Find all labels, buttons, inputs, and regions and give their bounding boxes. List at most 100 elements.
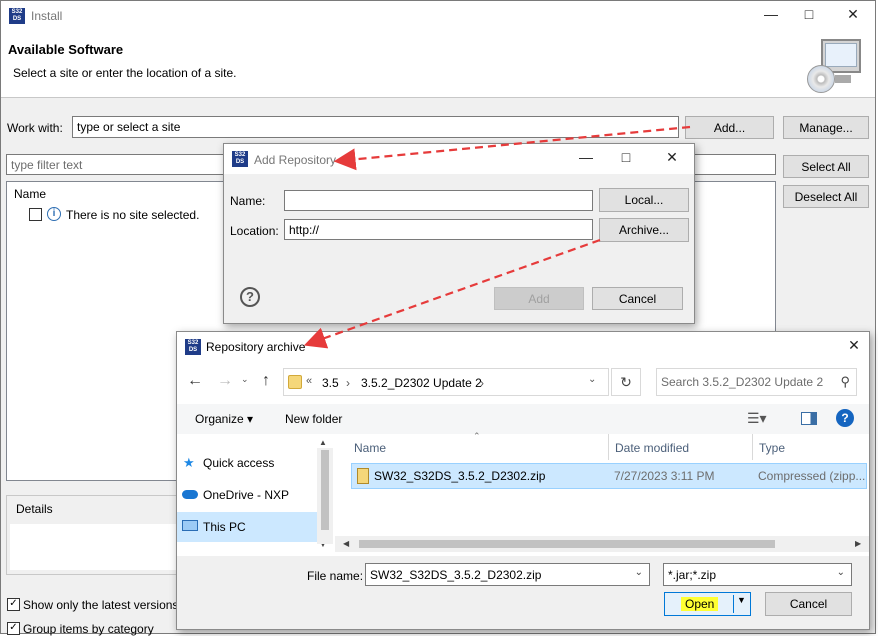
file-date: 7/27/2023 3:11 PM [614,469,715,483]
close-icon[interactable]: ✕ [844,337,864,354]
close-icon[interactable]: ✕ [662,149,682,166]
organize-label: Organize [195,412,244,426]
breadcrumb-overflow-icon[interactable]: « [306,375,312,387]
nav-item-label: OneDrive - NXP [203,488,290,502]
show-latest-label: Show only the latest versions [23,598,179,612]
help-icon[interactable]: ? [240,287,260,307]
add-repository-dialog: S32 DS Add Repository — □ ✕ Name: Local..… [223,143,695,324]
name-field[interactable] [284,190,593,211]
file-type-filter-value: *.jar;*.zip [668,567,717,582]
nav-item-label: Quick access [203,456,275,470]
repository-archive-dialog: S32 DS Repository archive ✕ ← → ⌄ ↑ « 3.5… [176,331,870,630]
navigation-pane[interactable]: ▲ ★ Quick access OneDrive - NXP This PC … [177,434,333,552]
maximize-icon[interactable]: □ [616,149,636,165]
collapse-up-icon[interactable]: ▲ [319,438,327,447]
search-icon: ⚲ [840,374,850,389]
add-repository-title-bar: S32 DS Add Repository — □ ✕ [224,144,694,174]
nav-item-onedrive[interactable]: OneDrive - NXP [177,480,317,510]
column-divider[interactable] [752,434,753,460]
s32ds-logo-icon: S32 DS [232,151,248,167]
address-dropdown-icon[interactable]: ⌄ [588,374,596,385]
column-divider[interactable] [608,434,609,460]
install-title-bar: S32 DS Install — □ ✕ [1,1,875,31]
preview-pane-icon[interactable] [801,412,817,425]
file-name: SW32_S32DS_3.5.2_D2302.zip [374,469,546,483]
column-header-type[interactable]: Type [759,441,785,455]
cancel-button[interactable]: Cancel [592,287,683,310]
view-options-icon[interactable]: ☰▾ [747,410,767,427]
deselect-all-button[interactable]: Deselect All [783,185,869,208]
archive-button[interactable]: Archive... [599,218,689,242]
scrollbar-thumb[interactable] [359,540,775,548]
refresh-button[interactable]: ↻ [611,368,641,396]
folder-icon [288,375,302,389]
file-type-filter[interactable]: *.jar;*.zip ⌄ [663,563,852,586]
search-input[interactable]: Search 3.5.2_D2302 Update 2 ⚲ [656,368,857,396]
up-arrow-icon[interactable]: ↑ [262,372,270,390]
file-name-input[interactable]: SW32_S32DS_3.5.2_D2302.zip ⌄ [365,563,650,586]
nav-pane-scrollbar[interactable] [317,448,333,544]
minimize-icon[interactable]: — [576,149,596,165]
breadcrumb-item[interactable]: 3.5 [322,376,339,390]
cloud-icon [182,490,198,499]
back-arrow-icon[interactable]: ← [187,372,203,390]
file-list[interactable]: ⌃ Name Date modified Type SW32_S32DS_3.5… [335,431,869,554]
manage-button[interactable]: Manage... [783,116,869,139]
address-bar[interactable]: « 3.5 › 3.5.2_D2302 Update 2 › ⌄ [283,368,609,396]
group-items-checkbox[interactable]: ✓ [7,622,20,635]
s32ds-logo-icon: S32 DS [185,339,201,355]
select-all-button[interactable]: Select All [783,155,869,178]
nav-item-this-pc[interactable]: This PC [177,512,317,542]
details-group: Details [6,495,186,575]
add-site-button[interactable]: Add... [685,116,774,139]
zip-file-icon [357,468,369,484]
horizontal-scrollbar[interactable]: ◀ ▶ [335,536,869,552]
close-icon[interactable]: ✕ [843,6,863,23]
toolbar: Organize ▾ New folder ☰▾ ? [177,404,869,434]
page-title: Available Software [8,42,124,57]
new-folder-button[interactable]: New folder [285,412,342,426]
cancel-button[interactable]: Cancel [765,592,852,616]
open-split-divider [733,595,734,613]
organize-menu[interactable]: Organize ▾ [195,412,253,426]
column-header-date[interactable]: Date modified [615,441,689,455]
add-repository-title: Add Repository [254,153,337,167]
scroll-right-icon[interactable]: ▶ [855,539,861,548]
search-placeholder: Search 3.5.2_D2302 Update 2 [661,375,824,389]
sort-indicator-icon: ⌃ [473,431,481,441]
minimize-icon[interactable]: — [761,6,781,22]
no-site-checkbox[interactable] [29,208,42,221]
computer-icon [182,520,198,531]
add-button[interactable]: Add [494,287,584,310]
nav-item-quick-access[interactable]: ★ Quick access [177,448,317,478]
file-type: Compressed (zipp... [758,469,866,483]
open-dropdown-icon[interactable]: ▼ [737,595,746,605]
filter-dropdown-icon[interactable]: ⌄ [837,567,845,578]
no-site-text: There is no site selected. [66,208,200,222]
forward-arrow-icon[interactable]: → [217,372,233,390]
maximize-icon[interactable]: □ [799,6,819,22]
work-with-label: Work with: [7,121,63,135]
local-button[interactable]: Local... [599,188,689,212]
scroll-left-icon[interactable]: ◀ [343,539,349,548]
details-area [10,524,182,570]
breadcrumb-item[interactable]: 3.5.2_D2302 Update 2 [361,376,482,390]
work-with-value: type or select a site [77,120,181,134]
column-header-name[interactable]: Name [354,441,386,455]
install-header: Available Software Select a site or ente… [1,31,875,98]
s32ds-logo-icon: S32 DS [9,8,25,24]
file-name-label: File name: [307,569,364,583]
work-with-combo[interactable]: type or select a site [72,116,679,138]
show-latest-checkbox[interactable]: ✓ [7,598,20,611]
details-label: Details [16,502,53,516]
file-name-dropdown-icon[interactable]: ⌄ [635,567,643,578]
open-button[interactable]: Open ▼ [664,592,751,616]
recent-locations-icon[interactable]: ⌄ [241,374,249,385]
location-field[interactable]: http:// [284,219,593,240]
help-icon[interactable]: ? [836,409,854,427]
file-name-value: SW32_S32DS_3.5.2_D2302.zip [370,567,542,582]
open-button-label: Open [681,597,719,611]
file-row[interactable]: SW32_S32DS_3.5.2_D2302.zip 7/27/2023 3:1… [351,463,867,489]
breadcrumb-separator-icon: › [480,376,484,390]
filter-placeholder: type filter text [11,157,83,172]
